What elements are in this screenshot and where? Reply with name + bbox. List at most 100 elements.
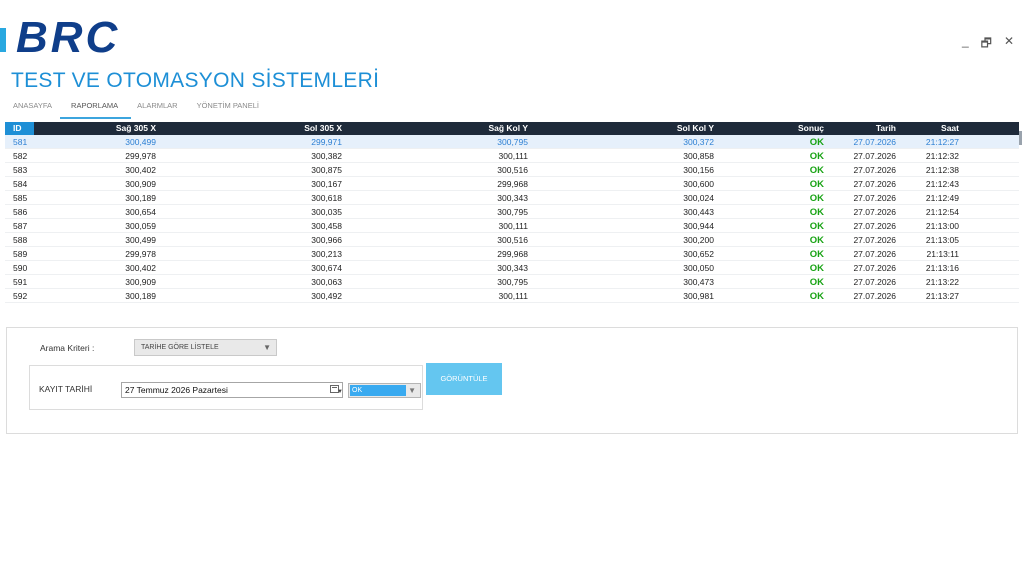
column-header[interactable]: Sağ 305 X	[34, 122, 156, 135]
table-row[interactable]: 587 300,059 300,458 300,111 300,944 OK 27.07.2…	[5, 219, 1019, 233]
table-row[interactable]: 581 300,499 299,971 300,795 300,372 OK 27.07.2…	[5, 135, 1019, 149]
table-cell: 27.07.2026	[853, 193, 896, 203]
table-cell: 300,909	[125, 277, 156, 287]
table-row[interactable]: 592 300,189 300,492 300,111 300,981 OK 27.07.2…	[5, 289, 1019, 303]
table-cell: 592	[13, 291, 28, 301]
table-cell: OK	[714, 289, 824, 302]
table-row[interactable]: 590 300,402 300,674 300,343 300,050 OK 27.07.2…	[5, 261, 1019, 275]
chevron-down-icon: ▼	[408, 386, 416, 395]
record-date-value: 27 Temmuz 2026 Pazartesi	[125, 385, 228, 395]
table-cell: 300,654	[125, 207, 156, 217]
window-controls: _ 🗗 ✕	[962, 34, 1014, 55]
chevron-down-icon: ▼	[263, 343, 271, 352]
table-cell: 299,978	[125, 249, 156, 259]
table-cell: 300,111	[498, 151, 528, 161]
table-cell: 587	[13, 221, 28, 231]
table-cell: 27.07.2026	[853, 277, 896, 287]
column-header[interactable]: Sonuç	[714, 122, 824, 135]
restore-icon[interactable]: 🗗	[981, 34, 992, 55]
table-cell: 27.07.2026	[853, 179, 896, 189]
table-cell: 581	[13, 137, 28, 147]
table-cell: 300,111	[498, 291, 528, 301]
search-criteria-select[interactable]: TARİHE GÖRE LİSTELE ▼	[134, 339, 277, 356]
table-row[interactable]: 589 299,978 300,213 299,968 300,652 OK 27.07.2…	[5, 247, 1019, 261]
table-cell: 21:13:00	[925, 221, 959, 231]
record-date-group: KAYIT TARİHİ 27 Temmuz 2026 Pazartesi ▼ …	[29, 365, 423, 410]
table-cell: 300,372	[683, 137, 714, 147]
table-row[interactable]: 586 300,654 300,035 300,795 300,443 OK 27.07.2…	[5, 205, 1019, 219]
status-badge: OK	[809, 277, 824, 288]
table-cell: 21:13:27	[925, 291, 959, 301]
table-cell: OK	[714, 275, 824, 288]
table-cell: 300,944	[683, 221, 714, 231]
status-badge: OK	[809, 165, 824, 176]
status-badge: OK	[809, 151, 824, 162]
table-scrollbar-thumb[interactable]	[1019, 131, 1022, 145]
app-title: TEST VE OTOMASYON SİSTEMLERİ	[11, 69, 380, 92]
table-cell: 27.07.2026	[853, 165, 896, 175]
table-cell: 300,516	[497, 165, 528, 175]
table-cell: 27.07.2026	[853, 207, 896, 217]
tab-alarmlar[interactable]: ALARMLAR	[130, 101, 184, 119]
table-cell: 300,343	[497, 193, 528, 203]
table-cell: 582	[13, 151, 28, 161]
calendar-icon[interactable]: ▼	[330, 385, 343, 395]
table-cell: 300,966	[311, 235, 342, 245]
tab-anasayfa[interactable]: ANASAYFA	[6, 101, 59, 119]
result-filter-value: OK	[350, 385, 406, 396]
table-cell: OK	[714, 247, 824, 260]
search-panel: Arama Kriteri : TARİHE GÖRE LİSTELE ▼ KA…	[6, 327, 1018, 434]
table-cell: 300,981	[683, 291, 714, 301]
table-cell: 299,978	[125, 151, 156, 161]
table-cell: 588	[13, 235, 28, 245]
column-header[interactable]: ID	[5, 122, 34, 135]
table-cell: 300,909	[125, 179, 156, 189]
table-cell: 299,968	[497, 249, 528, 259]
table-cell: 300,618	[311, 193, 342, 203]
table-cell: 300,189	[125, 193, 156, 203]
column-header[interactable]: Sağ Kol Y	[342, 122, 528, 135]
close-icon[interactable]: ✕	[1004, 34, 1014, 55]
table-row[interactable]: 588 300,499 300,966 300,516 300,200 OK 27.07.2…	[5, 233, 1019, 247]
table-cell: 21:13:16	[925, 263, 959, 273]
main-tabs: ANASAYFA RAPORLAMA ALARMLAR YÖNETİM PANELİ	[6, 101, 271, 119]
table-cell: OK	[714, 219, 824, 232]
table-row[interactable]: 582 299,978 300,382 300,111 300,858 OK 27.07.2…	[5, 149, 1019, 163]
record-date-label: KAYIT TARİHİ	[39, 384, 93, 394]
table-cell: 299,971	[311, 137, 342, 147]
table-cell: 585	[13, 193, 28, 203]
tab-raporlama[interactable]: RAPORLAMA	[60, 101, 132, 119]
table-cell: 300,443	[683, 207, 714, 217]
table-cell: 300,402	[125, 263, 156, 273]
table-cell: 300,059	[125, 221, 156, 231]
minimize-icon[interactable]: _	[962, 34, 969, 55]
column-header[interactable]: Saat	[896, 122, 959, 135]
table-cell: 300,213	[311, 249, 342, 259]
results-table: ID Sağ 305 X Sol 305 X Sağ Kol Y Sol Kol Y So…	[5, 122, 1019, 303]
table-row[interactable]: 585 300,189 300,618 300,343 300,024 OK 27.07.2…	[5, 191, 1019, 205]
table-row[interactable]: 584 300,909 300,167 299,968 300,600 OK 27.07.2…	[5, 177, 1019, 191]
column-header[interactable]: Tarih	[824, 122, 896, 135]
column-header[interactable]: Sol 305 X	[156, 122, 342, 135]
logo-accent-bar	[0, 28, 6, 52]
view-button[interactable]: GÖRÜNTÜLE	[426, 363, 502, 395]
table-cell: 300,156	[683, 165, 714, 175]
table-cell: 21:13:05	[925, 235, 959, 245]
table-cell: 299,968	[497, 179, 528, 189]
status-badge: OK	[809, 137, 824, 148]
table-cell: 300,167	[311, 179, 342, 189]
table-cell: 300,499	[125, 137, 156, 147]
table-cell: 21:12:27	[925, 137, 959, 147]
table-row[interactable]: 591 300,909 300,063 300,795 300,473 OK 27.07.2…	[5, 275, 1019, 289]
table-cell: OK	[714, 177, 824, 190]
table-cell: 21:13:22	[925, 277, 959, 287]
table-cell: 300,795	[497, 137, 528, 147]
table-cell: 300,652	[683, 249, 714, 259]
record-date-picker[interactable]: 27 Temmuz 2026 Pazartesi ▼	[121, 382, 343, 398]
table-cell: 27.07.2026	[853, 151, 896, 161]
table-row[interactable]: 583 300,402 300,875 300,516 300,156 OK 27.07.2…	[5, 163, 1019, 177]
table-cell: 586	[13, 207, 28, 217]
column-header[interactable]: Sol Kol Y	[528, 122, 714, 135]
tab-yöneti-m-paneli-[interactable]: YÖNETİM PANELİ	[190, 101, 266, 119]
result-filter-select[interactable]: OK ▼	[348, 383, 421, 398]
